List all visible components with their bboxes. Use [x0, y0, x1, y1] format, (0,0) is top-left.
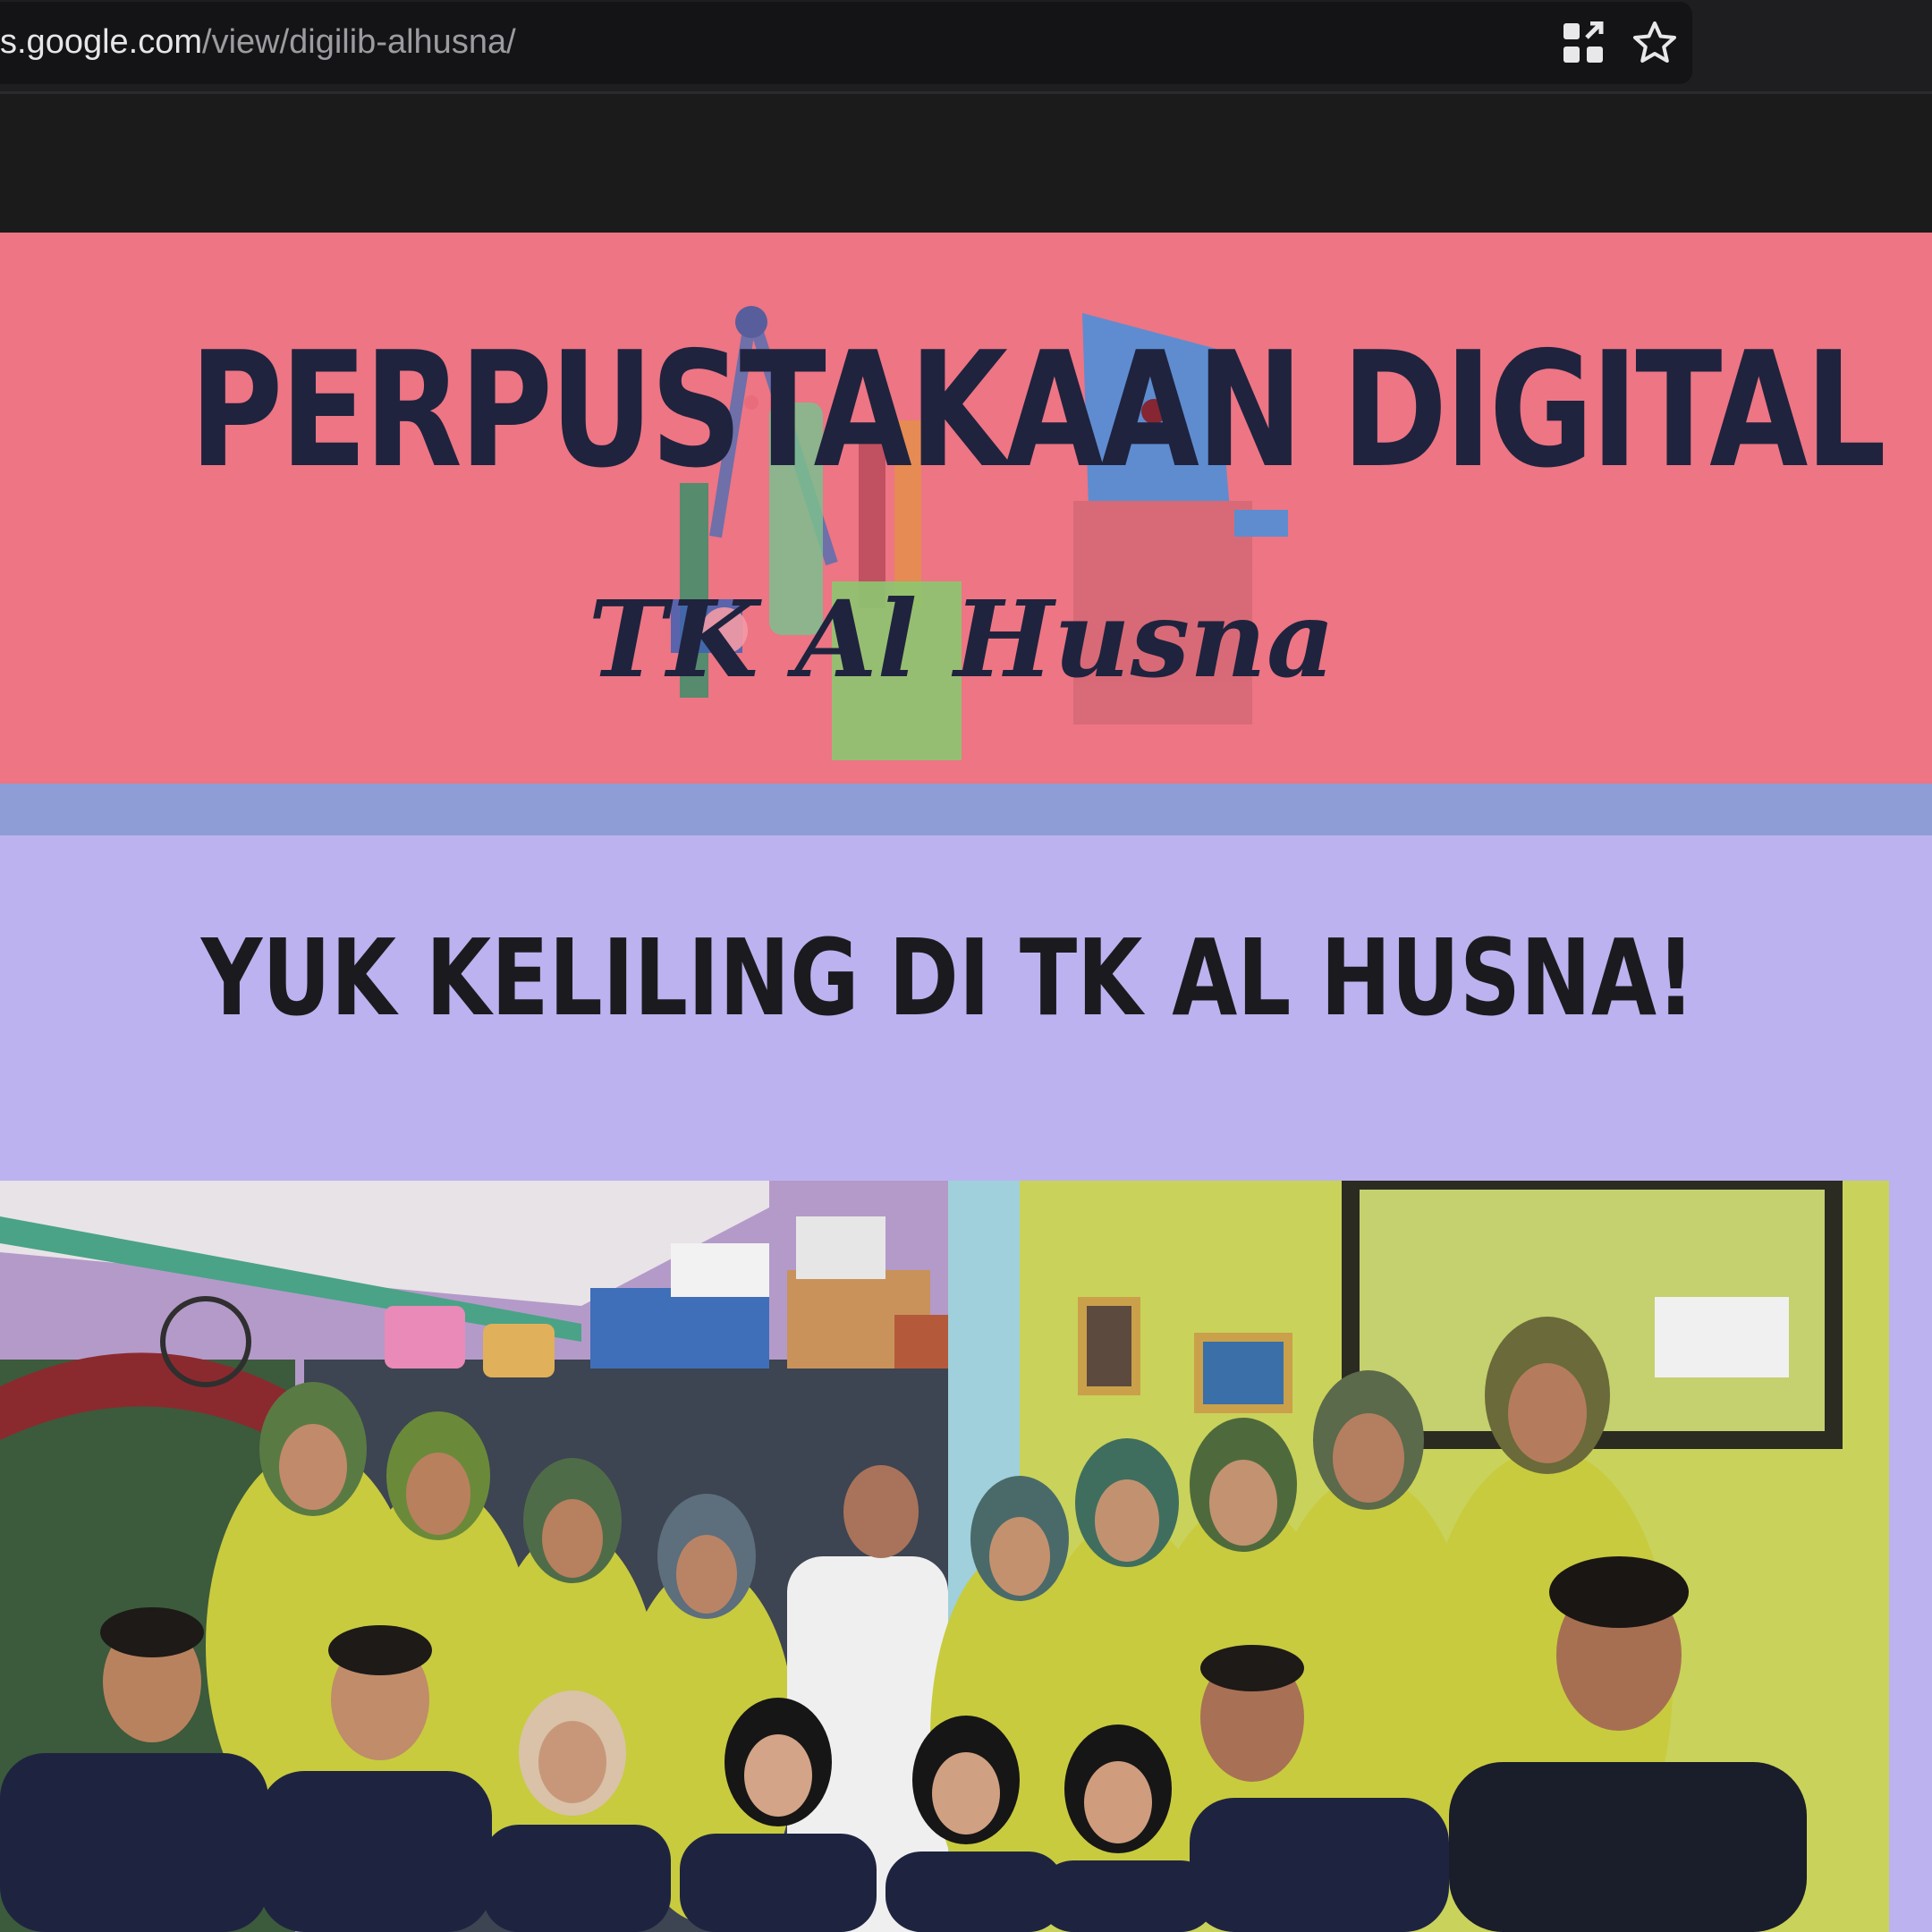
url-text[interactable]: s.google.com/view/digilib-alhusna/	[0, 23, 516, 62]
url-host: s.google.com	[0, 23, 203, 61]
group-photo[interactable]	[0, 1181, 1889, 1932]
star-icon[interactable]	[1631, 20, 1678, 66]
address-bar[interactable]: s.google.com/view/digilib-alhusna/	[0, 2, 1692, 84]
page-title: PERPUSTAKAAN DIGITAL	[190, 318, 1886, 503]
page-subtitle: TK Al Husna	[588, 577, 1335, 701]
url-path: /view/digilib-alhusna/	[202, 23, 516, 61]
qr-code-icon[interactable]	[1562, 21, 1605, 64]
site-header-bar	[0, 94, 1932, 233]
section-divider	[0, 784, 1932, 835]
content-section: YUK KELILING DI TK AL HUSNA!	[0, 835, 1932, 1932]
section-heading: YUK KELILING DI TK AL HUSNA!	[200, 916, 1696, 1039]
hero-banner: PERPUSTAKAAN DIGITAL TK Al Husna	[0, 233, 1932, 784]
browser-toolbar: s.google.com/view/digilib-alhusna/	[0, 0, 1932, 93]
